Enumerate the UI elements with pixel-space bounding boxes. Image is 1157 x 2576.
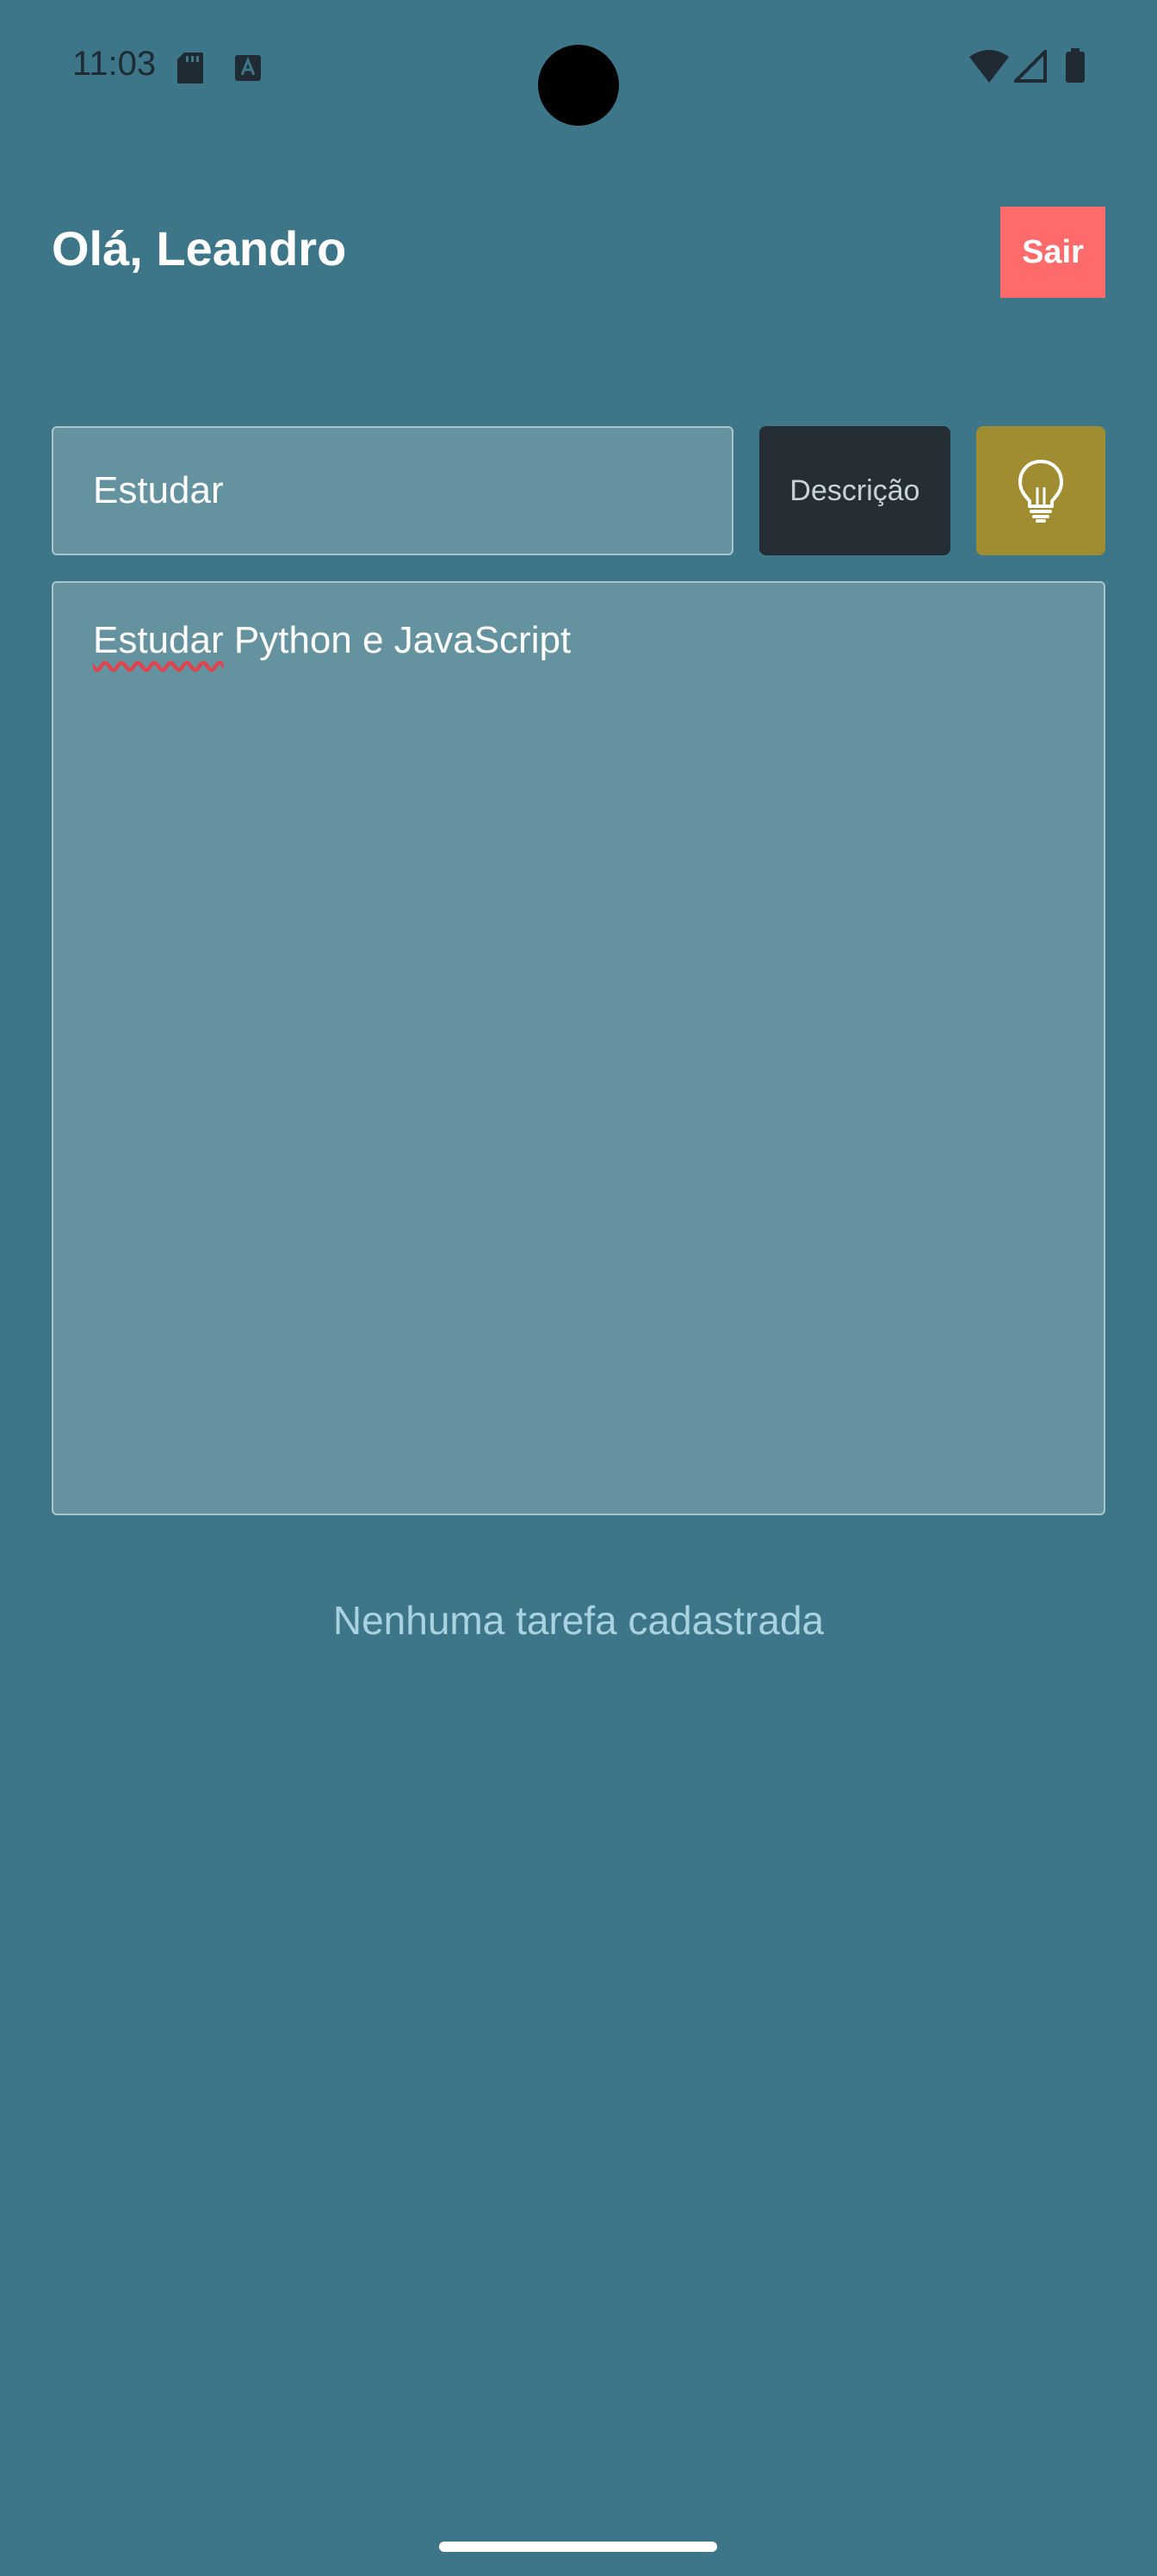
cell-signal-icon: [1014, 50, 1047, 83]
task-title-value: Estudar: [93, 469, 224, 511]
text-a-icon: [235, 55, 261, 81]
sd-card-icon: [177, 53, 203, 84]
description-text: Python e JavaScript: [223, 619, 572, 661]
status-time: 11:03: [72, 45, 157, 83]
home-indicator[interactable]: [439, 2542, 717, 2552]
camera-cutout: [538, 45, 619, 126]
greeting-title: Olá, Leandro: [52, 221, 347, 276]
battery-icon: [1066, 48, 1085, 83]
logout-button[interactable]: Sair: [1000, 207, 1105, 298]
add-idea-button[interactable]: [976, 426, 1105, 555]
wifi-icon: [969, 50, 1009, 83]
status-bar: 11:03: [0, 0, 1157, 138]
empty-task-list-message: Nenhuma tarefa cadastrada: [332, 1598, 825, 1643]
misspelled-word: Estudar: [93, 619, 224, 661]
lightbulb-icon: [1018, 460, 1063, 523]
description-toggle-button[interactable]: Descrição: [759, 426, 950, 555]
task-description-textarea[interactable]: Estudar Python e JavaScript: [52, 581, 1105, 1515]
task-title-input[interactable]: Estudar: [52, 426, 733, 555]
